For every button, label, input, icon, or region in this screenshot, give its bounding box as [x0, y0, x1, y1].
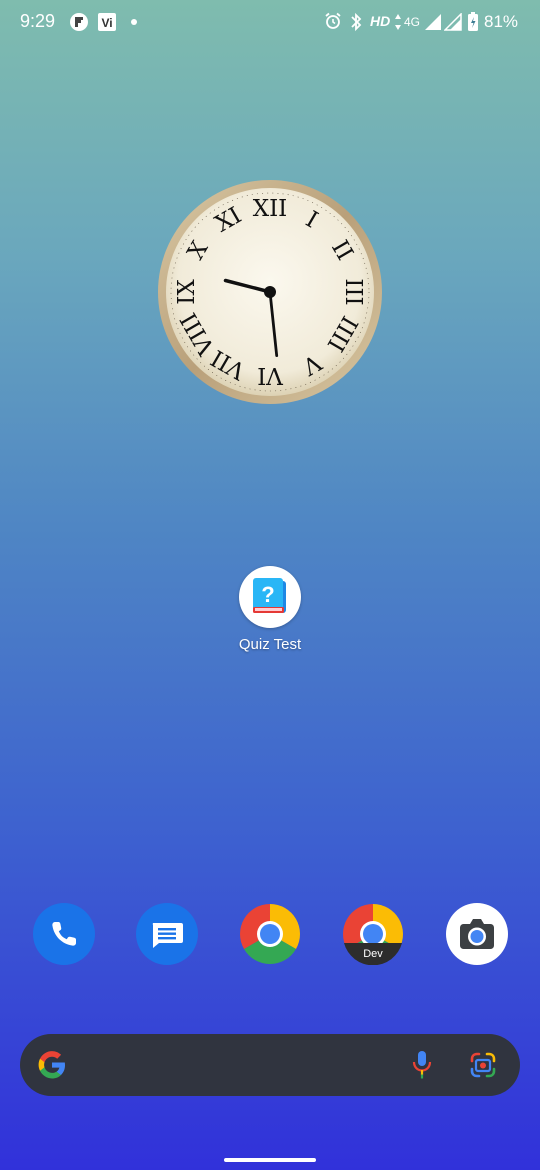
app-quiz-test[interactable]: ? [239, 566, 301, 628]
dock-chrome-dev-button[interactable]: Dev [342, 903, 404, 966]
dock-phone-button[interactable] [33, 903, 95, 965]
chrome-dev-icon: Dev [343, 904, 403, 966]
status-bar: 9:29 Vi HD 4G 81% [0, 0, 540, 44]
dock-chrome-button[interactable] [239, 903, 301, 965]
microphone-icon[interactable] [412, 1050, 432, 1080]
lens-icon[interactable] [469, 1051, 497, 1079]
app-label-quiz-test[interactable]: Quiz Test [200, 636, 340, 653]
clock-numeral: III [340, 278, 366, 305]
dock-camera-button[interactable] [446, 903, 508, 965]
hd-voice-label: HD [370, 13, 391, 29]
google-search-bar[interactable] [20, 1034, 520, 1096]
clock-numeral: IX [174, 279, 200, 305]
battery-icon [468, 12, 478, 31]
dock-messages-button[interactable] [136, 903, 198, 965]
vi-icon-text: Vi [101, 16, 112, 30]
signal-2-icon [444, 13, 462, 31]
chrome-dev-badge: Dev [363, 948, 383, 960]
vi-icon: Vi [98, 13, 116, 31]
messages-icon [152, 923, 183, 948]
clock-center-pin [264, 286, 276, 298]
bluetooth-icon [351, 12, 362, 32]
gesture-nav-handle[interactable] [224, 1158, 316, 1162]
clock-numeral: VI [257, 362, 284, 388]
flipboard-icon [70, 13, 88, 31]
network-type: 4G [404, 15, 421, 29]
data-arrows-icon [395, 14, 401, 30]
status-time: 9:29 [20, 11, 56, 31]
google-g-icon[interactable] [36, 1049, 68, 1081]
analog-clock-widget[interactable]: XII IIIIIIIIIIVVIVIIVIIIIXXXI [157, 179, 383, 405]
chrome-icon [240, 904, 300, 964]
quiz-icon-glyph: ? [261, 582, 274, 607]
signal-icon [425, 14, 441, 30]
clock-numeral: XII [253, 196, 288, 222]
more-notifications-dot [131, 19, 137, 25]
phone-icon [52, 922, 76, 946]
battery-percent: 81% [484, 12, 519, 31]
quiz-book-icon: ? [253, 578, 286, 613]
camera-icon [460, 919, 494, 949]
alarm-icon [325, 12, 341, 29]
